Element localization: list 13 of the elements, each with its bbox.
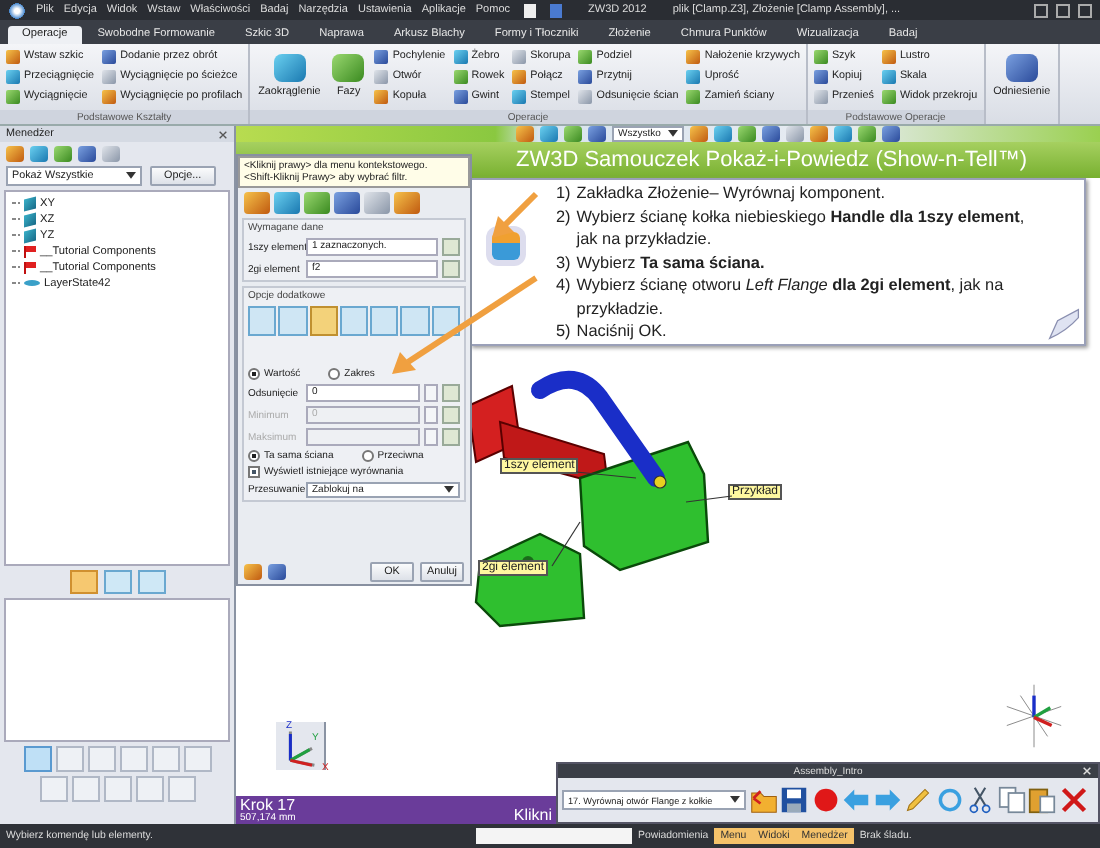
step-text: Naciśnij OK. [576, 320, 669, 343]
step-text: Wybierz ścianę kołka niebieskiego Handle dla 1szy element, jak na przykładzie. [576, 205, 1027, 251]
step-number: 1) [556, 182, 571, 205]
step-number: 5) [556, 320, 571, 343]
step-text: Wybierz Ta sama ściana. [576, 251, 767, 274]
step-text: Wybierz ścianę otworu Left Flange dla 2gi element, jak na przykładzie. [576, 274, 1006, 320]
tutorial-title: ZW3D Samouczek Pokaż-i-Powiedz (Show-n-Tell™) [516, 148, 1028, 172]
step-hint: Klikni [513, 808, 552, 824]
step-text: Zakładka Złożenie– Wyrównaj komponent. [576, 182, 887, 205]
step-label: Krok 17 [240, 798, 296, 814]
step-number: 4) [556, 274, 571, 298]
step-number: 3) [556, 251, 571, 274]
step-number: 2) [556, 205, 571, 230]
